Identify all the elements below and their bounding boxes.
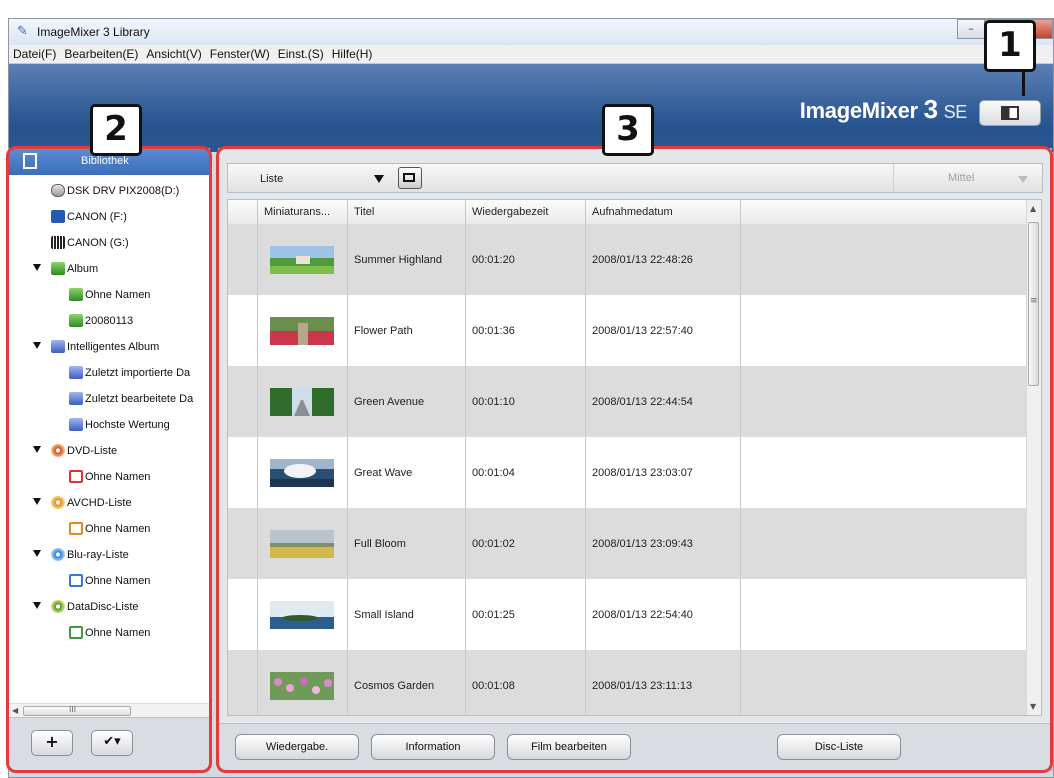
brand-edition: SE: [943, 102, 968, 122]
panel-layout-icon: [1001, 106, 1019, 120]
menu-bearbeiten[interactable]: Bearbeiten(E): [60, 47, 142, 61]
menu-fenster[interactable]: Fenster(W): [206, 47, 274, 61]
menu-hilfe[interactable]: Hilfe(H): [328, 47, 377, 61]
brand-version: 3: [923, 94, 938, 124]
app-icon: ✎: [17, 24, 28, 39]
highlight-frame-content: [216, 146, 1053, 773]
brand-name: ImageMixer: [799, 98, 918, 123]
minimize-button[interactable]: –: [957, 19, 985, 39]
callout-3: 3: [602, 104, 654, 156]
menu-datei[interactable]: Datei(F): [9, 47, 60, 61]
title-bar: ✎ ImageMixer 3 Library – □ X: [9, 19, 1053, 45]
callout-2: 2: [90, 104, 142, 156]
panel-toggle-button[interactable]: [979, 100, 1041, 126]
callout-1: 1: [984, 20, 1036, 72]
window-title: ImageMixer 3 Library: [37, 25, 150, 39]
header-banner: ImageMixer 3 SE: [9, 64, 1053, 152]
highlight-frame-sidebar: [6, 146, 212, 773]
menu-einst[interactable]: Einst.(S): [274, 47, 328, 61]
brand-logo: ImageMixer 3 SE: [799, 94, 968, 125]
menu-bar: Datei(F) Bearbeiten(E) Ansicht(V) Fenste…: [9, 45, 1053, 64]
menu-ansicht[interactable]: Ansicht(V): [142, 47, 205, 61]
callout-pointer: [1022, 70, 1025, 96]
